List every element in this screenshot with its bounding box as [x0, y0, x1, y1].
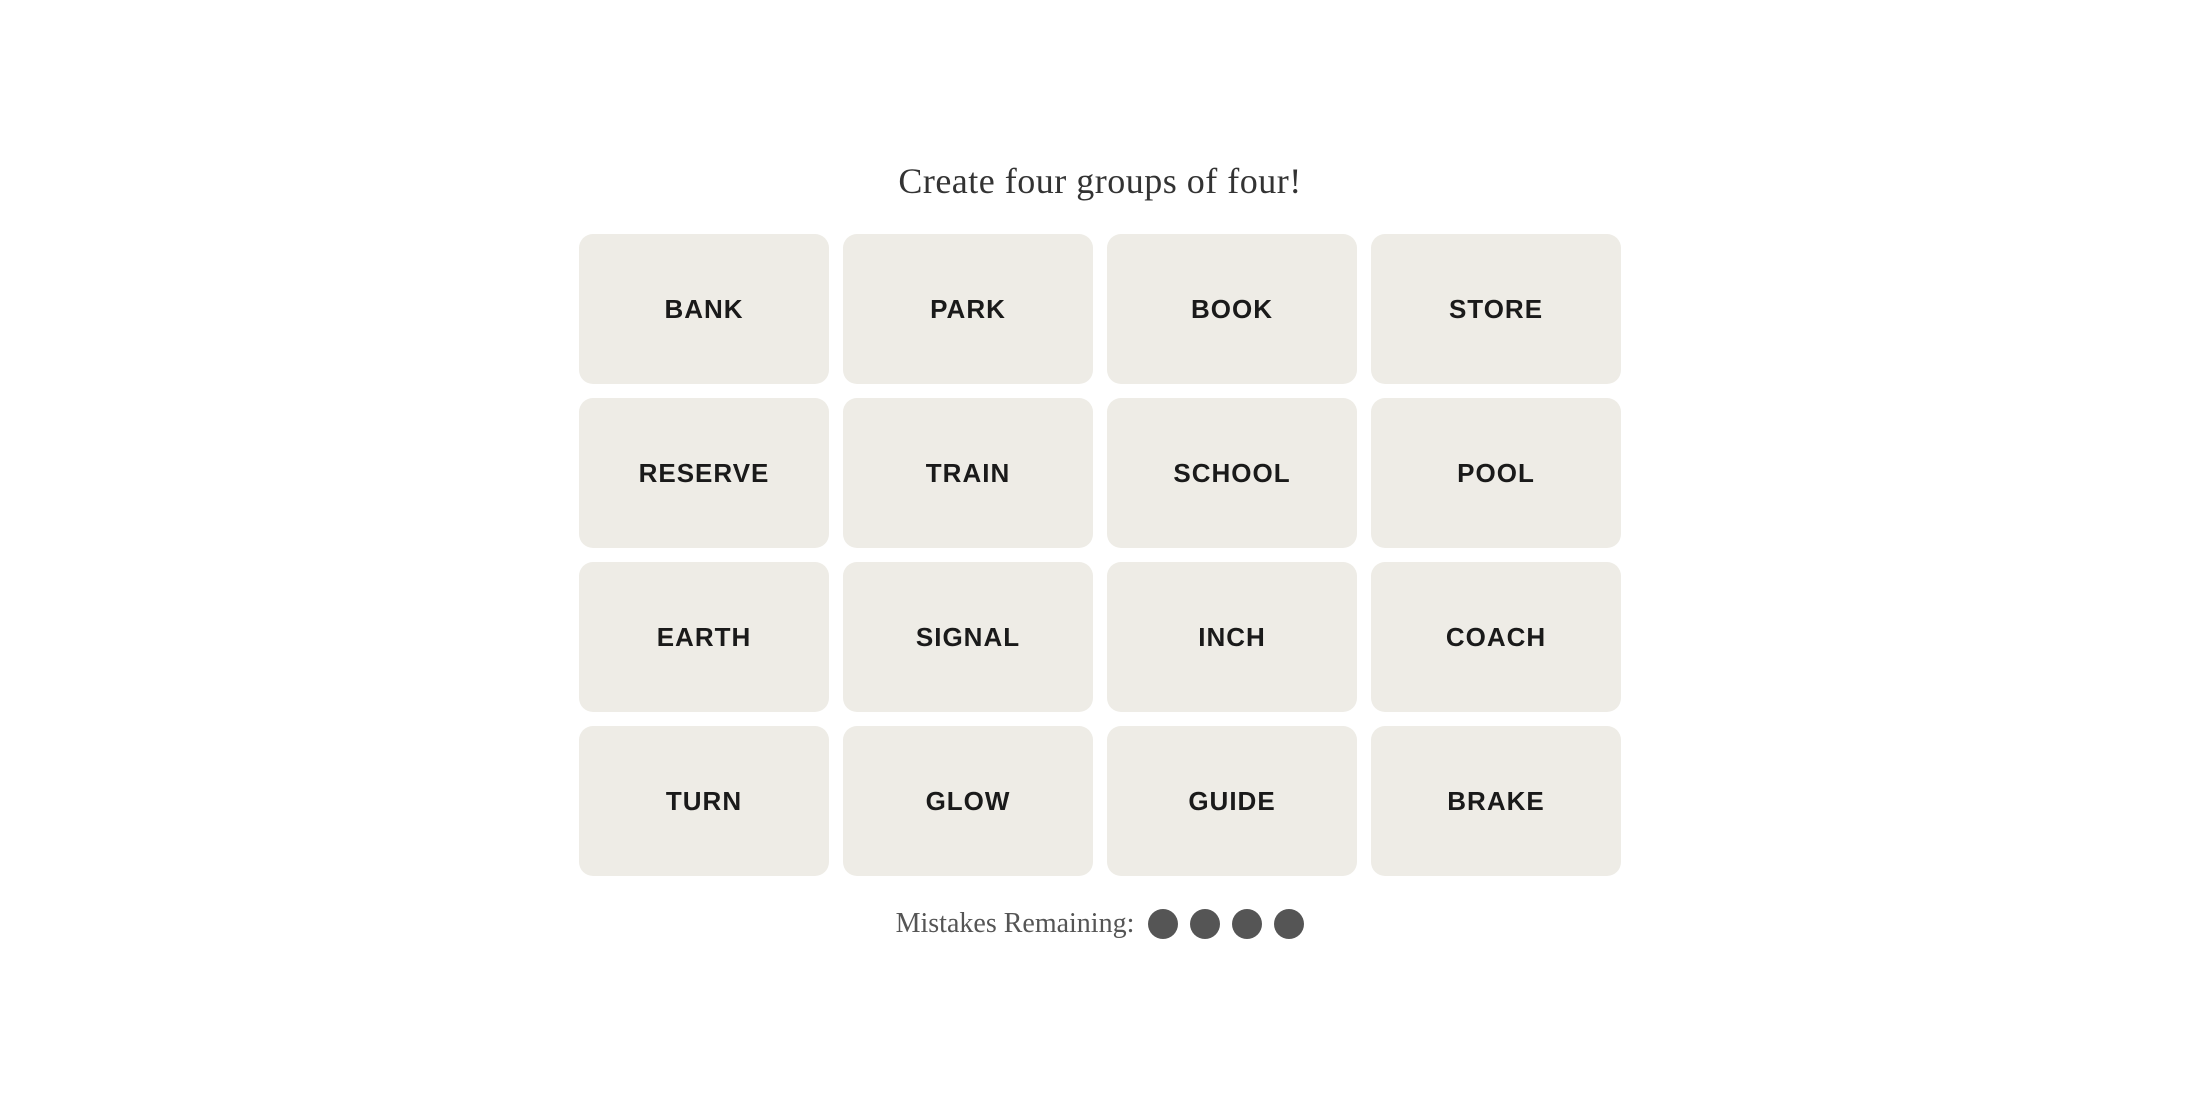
tile-coach[interactable]: COACH: [1371, 562, 1621, 712]
tile-guide[interactable]: GUIDE: [1107, 726, 1357, 876]
tile-label: BRAKE: [1447, 786, 1544, 817]
tile-label: SCHOOL: [1173, 458, 1290, 489]
tile-label: EARTH: [657, 622, 752, 653]
tile-signal[interactable]: SIGNAL: [843, 562, 1093, 712]
dots-container: [1148, 909, 1304, 939]
tile-inch[interactable]: INCH: [1107, 562, 1357, 712]
mistake-dot: [1274, 909, 1304, 939]
tile-school[interactable]: SCHOOL: [1107, 398, 1357, 548]
tile-grid: BANK PARK BOOK STORE RESERVE TRAIN SCHOOL POOL E…: [579, 234, 1621, 876]
tile-label: INCH: [1198, 622, 1266, 653]
mistakes-label: Mistakes Remaining:: [896, 908, 1135, 940]
tile-label: SIGNAL: [916, 622, 1020, 653]
tile-label: GUIDE: [1188, 786, 1275, 817]
tile-store[interactable]: STORE: [1371, 234, 1621, 384]
tile-label: COACH: [1446, 622, 1546, 653]
tile-book[interactable]: BOOK: [1107, 234, 1357, 384]
tile-brake[interactable]: BRAKE: [1371, 726, 1621, 876]
tile-train[interactable]: TRAIN: [843, 398, 1093, 548]
tile-pool[interactable]: POOL: [1371, 398, 1621, 548]
tile-glow[interactable]: GLOW: [843, 726, 1093, 876]
tile-label: BANK: [664, 294, 743, 325]
tile-label: STORE: [1449, 294, 1543, 325]
tile-turn[interactable]: TURN: [579, 726, 829, 876]
game-container: Create four groups of four! BANK PARK BOOK…: [0, 160, 2200, 940]
mistake-dot: [1190, 909, 1220, 939]
tile-label: TURN: [666, 786, 742, 817]
tile-earth[interactable]: EARTH: [579, 562, 829, 712]
subtitle: Create four groups of four!: [898, 160, 1301, 202]
tile-label: BOOK: [1191, 294, 1273, 325]
mistake-dot: [1232, 909, 1262, 939]
tile-label: GLOW: [926, 786, 1011, 817]
mistake-dot: [1148, 909, 1178, 939]
tile-bank[interactable]: BANK: [579, 234, 829, 384]
tile-label: POOL: [1457, 458, 1535, 489]
tile-label: PARK: [930, 294, 1006, 325]
tile-label: TRAIN: [926, 458, 1010, 489]
tile-reserve[interactable]: RESERVE: [579, 398, 829, 548]
tile-label: RESERVE: [639, 458, 770, 489]
tile-park[interactable]: PARK: [843, 234, 1093, 384]
mistakes-row: Mistakes Remaining:: [896, 908, 1305, 940]
